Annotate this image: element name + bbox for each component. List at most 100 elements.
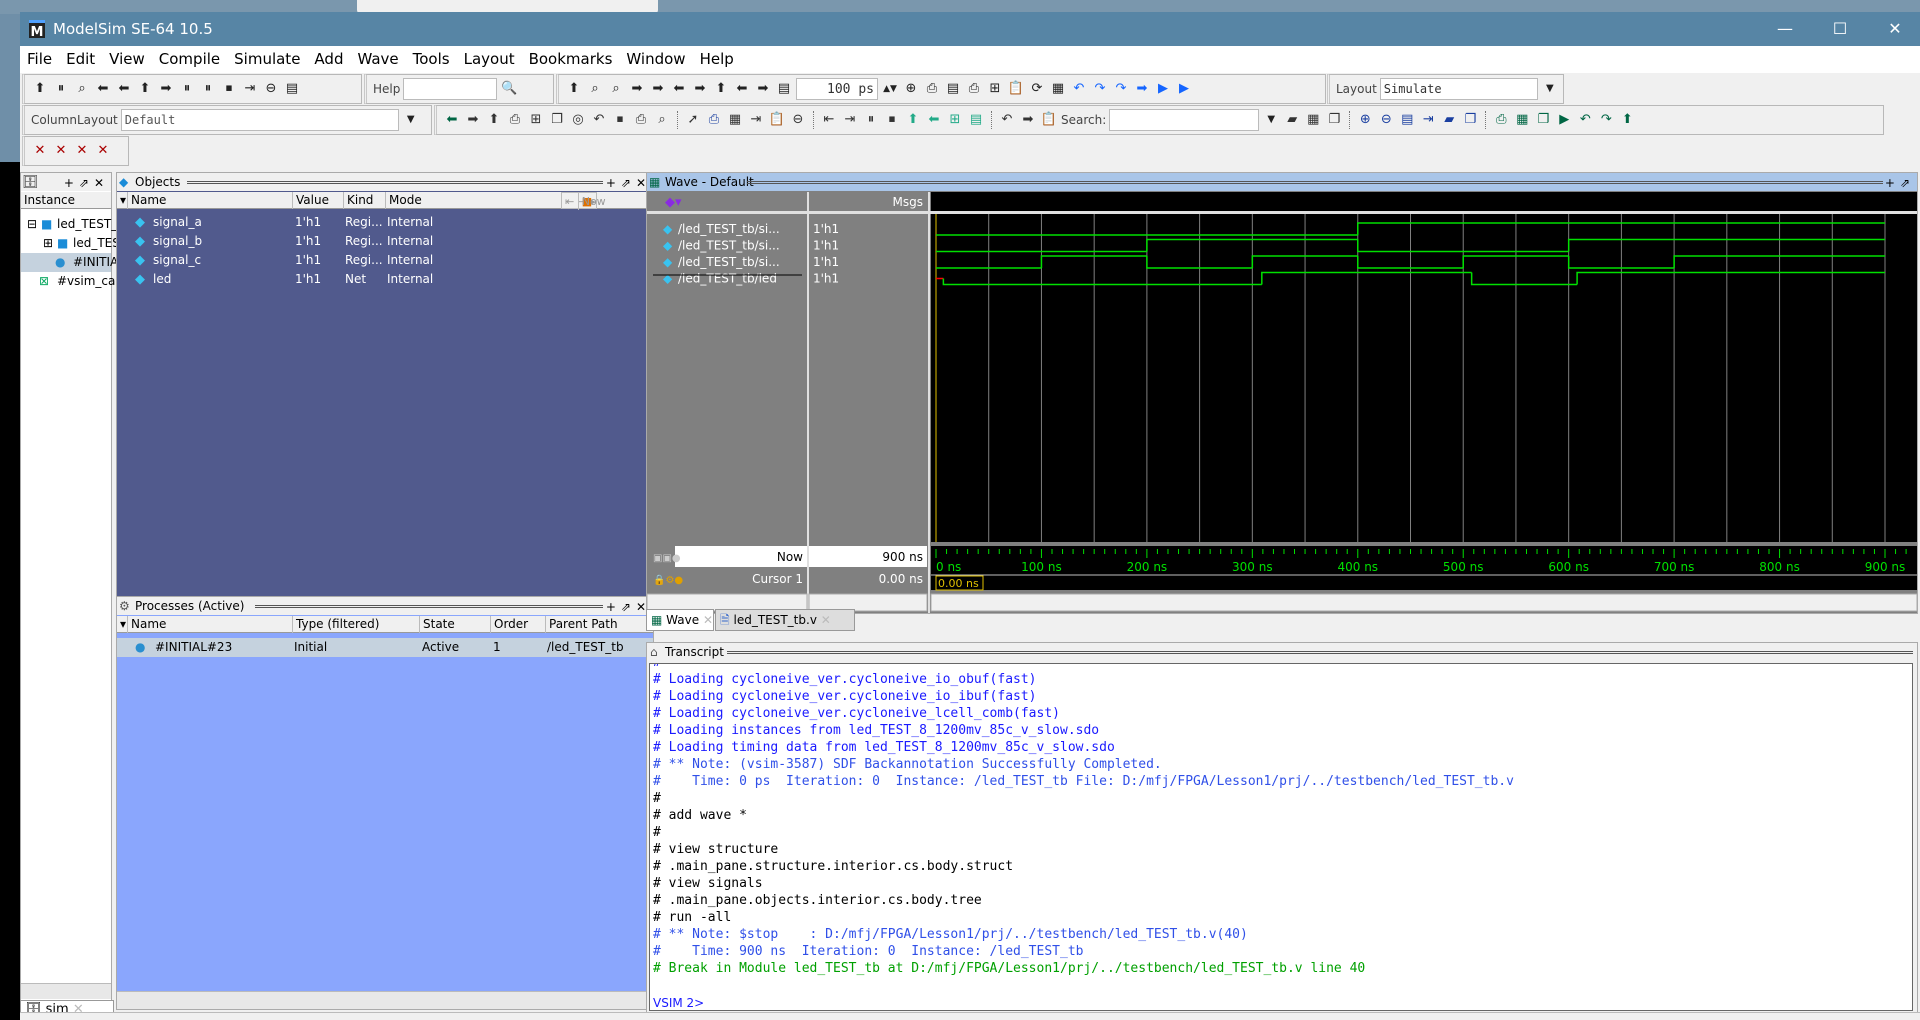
wave-edge-icon[interactable]: ↶ [1576,111,1594,129]
process-row[interactable]: ● #INITIAL#23 Initial Active 1 /led_TEST… [117,638,653,657]
column-name[interactable]: Name [127,192,166,209]
panel-controls[interactable]: +⇗✕ [605,174,651,191]
collapse-icon[interactable]: ➡ [1019,111,1037,129]
insert-cursor-icon[interactable]: ⇤ [820,111,838,129]
panel-controls[interactable]: +⇗ [1884,174,1915,191]
list-icon[interactable]: ⌕ [607,80,625,98]
clear-icon[interactable]: ✕ [94,142,112,160]
break-stop-icon[interactable]: ⎙ [965,80,983,98]
toggle-breakpoints-icon[interactable]: ✕ [52,142,70,160]
back-arrow-icon[interactable]: ⬅ [733,80,751,98]
now-icons[interactable]: ▣▣● [653,553,681,564]
horizontal-scrollbar[interactable] [21,983,111,999]
wave-step-icon[interactable]: ↷ [1597,111,1615,129]
panel-controls[interactable]: +⇗✕ [605,598,651,615]
run-length-input[interactable]: 100 ps [796,78,878,100]
cursor-lock-icons[interactable]: 🔒⚙● [653,574,683,586]
menu-layout[interactable]: Layout [457,46,515,68]
help-search-icon[interactable]: 🔍 [500,80,518,98]
signal-name[interactable]: /led_TEST_tb/si... [678,239,780,253]
now-filter[interactable]: ⇤ ■ Now ⇥ ▸ [561,192,606,210]
wave-pattern-icon[interactable]: ▶ [1555,111,1573,129]
run-length-spinner[interactable]: ▲▼ [881,80,899,98]
filter-output-icon[interactable]: ◎ [569,111,587,129]
tree-item[interactable]: ⊠ #vsim_capacity# [21,272,162,291]
column-mode[interactable]: Mode [385,192,422,209]
menu-compile[interactable]: Compile [152,46,220,68]
transcript-console[interactable]: ## Loading cycloneive_ver.cycloneive_io_… [649,663,1913,1011]
zoom-cursor-left-icon[interactable]: ⇥ [1419,111,1437,129]
add-log-icon[interactable]: ⬆ [485,111,503,129]
wave-line-icon[interactable]: ⎙ [1492,111,1510,129]
menu-bookmarks[interactable]: Bookmarks [522,46,613,68]
step-out-icon[interactable]: ↷ [1112,80,1130,98]
add-export-icon[interactable]: ⊞ [527,111,545,129]
panel-grip[interactable] [187,181,603,184]
wave-search-input[interactable] [1109,109,1260,131]
panel-grip[interactable] [727,651,1913,654]
zoom-range-icon[interactable]: ❐ [1461,111,1479,129]
chevron-down-icon[interactable]: ▼ [1262,111,1280,129]
panel-grip[interactable] [747,181,1883,184]
command-prompt[interactable]: VSIM 2> [653,995,704,1010]
menu-help[interactable]: Help [693,46,734,68]
new-file-icon[interactable]: ⬆ [31,80,49,98]
zoom-cursor-right-icon[interactable]: ▰ [1440,111,1458,129]
cursor-label[interactable]: Cursor 1 [752,572,803,586]
forward-arrow-icon[interactable]: ➡ [754,80,772,98]
object-row[interactable]: ◆ signal_a 1'h1 Regi... Internal [117,213,653,232]
run-icon[interactable]: ⊕ [902,80,920,98]
zoom-out-icon[interactable]: ⊖ [1377,111,1395,129]
link-icon[interactable]: ⬅ [670,80,688,98]
horizontal-scrollbar[interactable] [117,991,653,1009]
wave-bar-icon[interactable]: ▦ [1513,111,1531,129]
menu-tools[interactable]: Tools [406,46,450,68]
filter-internal-icon[interactable]: ⏹ [611,111,629,129]
run-continue-icon[interactable]: ⎙ [923,80,941,98]
menu-view[interactable]: View [102,46,145,68]
column-state[interactable]: State [419,616,455,633]
step-out-all-icon[interactable]: ▶ [1175,80,1193,98]
layout-select[interactable]: Simulate [1379,78,1538,100]
search-clear-icon[interactable]: ❐ [1325,111,1343,129]
signal-name[interactable]: /led_TEST_tb/si... [678,255,780,269]
instance-column[interactable]: Instance [21,192,75,209]
break-icon[interactable]: ⌕ [586,80,604,98]
cut-icon[interactable]: ⬆ [136,80,154,98]
waveform-area[interactable] [931,192,1917,542]
filter-input-icon[interactable]: ❐ [548,111,566,129]
prev-edge-icon[interactable]: ⬆ [904,111,922,129]
maximize-button[interactable]: ☐ [1820,16,1860,42]
object-row[interactable]: ◆ signal_b 1'h1 Regi... Internal [117,232,653,251]
delete-cursor-icon[interactable]: ⇥ [841,111,859,129]
wave-view[interactable]: ◆▾ Msgs ◆ /led_TEST_tb/si... 1'h1 ◆ /led_TEST_… [647,192,1917,613]
prev-falling-icon[interactable]: ⊞ [946,111,964,129]
restart-icon[interactable]: ➡ [628,80,646,98]
expand-icon[interactable]: ↶ [998,111,1016,129]
tree-item[interactable]: ⊟ ■ led_TEST_tb [21,215,130,234]
next-cursor-icon[interactable]: ⏹ [883,111,901,129]
zoom-full-icon[interactable]: ▤ [1398,111,1416,129]
find-icon[interactable]: ⊖ [262,80,280,98]
chevron-down-icon[interactable]: ▼ [402,111,420,129]
tab-wave[interactable]: ▦ Wave ✕ [646,609,714,631]
step-over-all-icon[interactable]: ▶ [1154,80,1172,98]
tree-item[interactable]: ⊞ ■ led_TEST [21,234,127,253]
menu-file[interactable]: File [20,46,52,68]
menu-edit[interactable]: Edit [59,46,95,68]
wave-full-icon[interactable]: ❐ [1534,111,1552,129]
filter-inout-icon[interactable]: ↶ [590,111,608,129]
compile-icon[interactable]: ⇥ [241,80,259,98]
menu-wave[interactable]: Wave [350,46,398,68]
column-parent-path[interactable]: Parent Path [545,616,618,633]
column-order[interactable]: Order [490,616,528,633]
add-dataflow-icon[interactable]: ⎙ [506,111,524,129]
filter-all-icon[interactable]: ⎙ [632,111,650,129]
column-name[interactable]: Name [127,616,166,633]
run-length-icon[interactable]: ▤ [775,80,793,98]
collapse-icon[interactable]: ▤ [283,80,301,98]
remove-breakpoints-icon[interactable]: ✕ [31,142,49,160]
menu-window[interactable]: Window [619,46,685,68]
panel-controls[interactable]: +⇗✕ [63,174,109,191]
zoom-mode-icon[interactable]: ⎙ [705,111,723,129]
